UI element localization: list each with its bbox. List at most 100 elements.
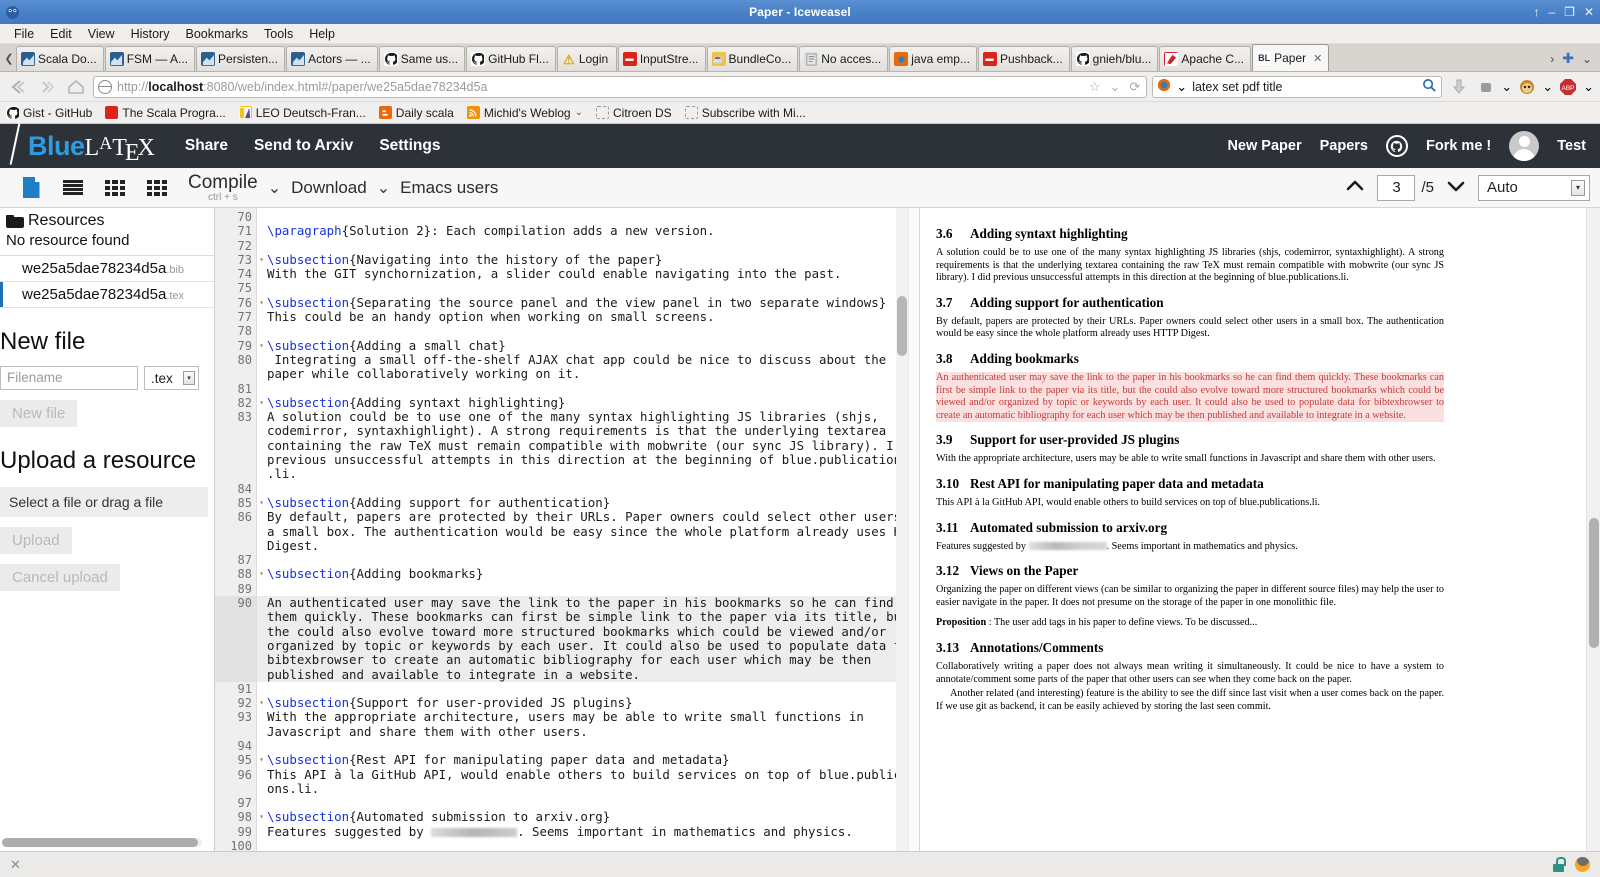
code-line[interactable] [257,382,919,396]
code-line[interactable]: Features suggested by . Seems important … [257,824,919,839]
browser-tab[interactable]: Scala Do... [16,46,104,71]
code-line[interactable] [257,582,919,596]
bookmark-chevron-down-icon[interactable]: ⌄ [575,107,583,118]
browser-tab[interactable]: Persisten... [196,46,286,71]
view-grid-large-button[interactable] [136,171,178,205]
code-line[interactable]: published and available to integrate in … [257,667,919,682]
code-line[interactable]: a small box. The authentication would be… [257,524,919,539]
bookmark-item[interactable]: Gist - GitHub [6,106,92,120]
code-line[interactable]: By default, papers are protected by thei… [257,510,919,524]
menu-edit[interactable]: Edit [42,26,80,42]
code-line[interactable]: This could be an handy option when worki… [257,309,919,324]
compile-button[interactable]: Compile ctrl + s [188,173,258,203]
latex-source-editor[interactable]: 70 71 72 73 ▾ 74 75 76 ▾ 77 78 79 ▾ 80 81 82 ▾ 83 84 85 ▾ 86 8… [215,208,920,851]
menu-view[interactable]: View [80,26,123,42]
code-line[interactable] [257,796,919,810]
search-bar[interactable]: ⌄ latex set pdf title [1152,75,1443,98]
code-line[interactable]: \subsection{Adding a small chat} [257,338,919,353]
page-number-input[interactable]: 3 [1377,174,1416,201]
window-controls[interactable]: ↑ – ❐ ✕ [1533,6,1594,18]
code-line[interactable]: containing the raw TeX must remain compa… [257,438,919,453]
bookmark-item[interactable]: LEO Deutsch-Fran... [238,106,366,120]
nav-papers[interactable]: Papers [1320,138,1368,154]
nav-share[interactable]: Share [185,137,228,155]
menu-help[interactable]: Help [301,26,343,42]
bookmark-item[interactable]: Subscribe with Mi... [684,106,806,120]
browser-tab[interactable]: Pushback... [977,46,1070,71]
code-line[interactable] [257,739,919,753]
download-chevron-down-icon[interactable]: ⌄ [377,178,390,198]
search-engine-dropdown-icon[interactable]: ⌄ [1176,79,1187,95]
menu-tools[interactable]: Tools [256,26,301,42]
window-maximize-button[interactable]: ❐ [1564,6,1575,18]
bookmark-item[interactable]: The Scala Progra... [105,106,226,120]
github-icon[interactable] [1385,135,1408,157]
tab-list-icon[interactable]: ⌄ [1582,52,1592,66]
file-list-item[interactable]: we25a5dae78234d5a.tex [0,282,214,308]
nav-new-paper[interactable]: New Paper [1227,138,1301,154]
window-minimize-button[interactable]: – [1548,6,1555,18]
code-line[interactable]: \subsection{Adding bookmarks} [257,567,919,581]
tab-scroll-left-icon[interactable]: ❮ [2,45,16,71]
compile-chevron-down-icon[interactable]: ⌄ [268,178,281,198]
bookmark-star-icon[interactable]: ☆ [1087,79,1103,95]
browser-tab[interactable]: No acces... [799,46,889,71]
view-rows-button[interactable] [52,171,94,205]
firefox-icon[interactable] [1575,857,1590,872]
code-line[interactable]: \subsection{Navigating into the history … [257,252,919,267]
view-grid-button[interactable] [94,171,136,205]
browser-tab[interactable]: FSM — A... [104,46,196,71]
puzzle-dropdown-icon[interactable]: ⌄ [1501,79,1512,95]
code-line[interactable] [257,239,919,253]
filename-input[interactable]: Filename [0,366,138,390]
code-line[interactable]: Digest. [257,538,919,553]
browser-tab[interactable]: GitHub Fl... [466,46,556,71]
code-line[interactable]: the could also evolve toward more struct… [257,624,919,639]
window-shade-button[interactable]: ↑ [1533,6,1539,18]
browser-tab[interactable]: Same us... [378,46,466,71]
editor-vertical-scrollbar[interactable] [896,208,908,851]
menu-history[interactable]: History [123,26,178,42]
forward-arrow-icon[interactable] [35,76,59,98]
file-dropzone[interactable]: Select a file or drag a file [0,487,208,517]
code-line[interactable]: paper while collaboratively working on i… [257,367,919,381]
emacs-users-button[interactable]: Emacs users [400,178,498,198]
lock-icon[interactable] [1552,857,1566,872]
browser-tab[interactable]: ⚠ Login [556,46,617,71]
code-line[interactable] [257,839,919,851]
code-line[interactable]: \subsection{Rest API for manipulating pa… [257,753,919,767]
code-line[interactable]: .li. [257,467,919,481]
adblock-icon[interactable]: ABP [1556,76,1580,98]
browser-tab[interactable]: ☕ BundleCo... [706,46,799,71]
monkey-dropdown-icon[interactable]: ⌄ [1542,79,1553,95]
code-line[interactable]: bibtexbrowser to create an automatic bib… [257,653,919,668]
zoom-select[interactable]: Auto ▾ [1478,174,1590,201]
status-close-icon[interactable]: ✕ [10,857,21,873]
code-line[interactable]: \subsection{Separating the source panel … [257,295,919,310]
browser-tab[interactable]: BL Paper ✕ [1252,44,1330,71]
view-single-document-button[interactable] [10,171,52,205]
code-line[interactable]: Integrating a small off-the-shelf AJAX c… [257,352,919,367]
editor-code-area[interactable]: \paragraph{Solution 2}: Each compilation… [257,208,919,851]
home-icon[interactable] [64,76,88,98]
bookmark-item[interactable]: Michid's Weblog ⌄ [466,106,583,120]
code-line[interactable] [257,281,919,295]
extension-dropdown-arrow-icon[interactable]: ▾ [183,371,195,385]
extension-select[interactable]: .tex ▾ [144,366,199,390]
pdf-vertical-scrollbar[interactable] [1586,208,1600,851]
cancel-upload-button[interactable]: Cancel upload [0,564,120,591]
code-line[interactable]: them quickly. These bookmarks can first … [257,610,919,625]
code-line[interactable]: With the appropriate architecture, users… [257,710,919,724]
puzzle-icon[interactable] [1474,76,1498,98]
sidebar-horizontal-scrollbar[interactable] [2,838,202,847]
code-line[interactable] [257,324,919,338]
window-close-button[interactable]: ✕ [1584,6,1594,18]
file-list-item[interactable]: we25a5dae78234d5a.bib [0,256,214,282]
back-arrow-icon[interactable] [6,76,30,98]
code-line[interactable]: ons.li. [257,781,919,796]
code-line[interactable]: \subsection{Adding support for authentic… [257,495,919,510]
tab-overflow-icon[interactable]: › [1550,52,1554,66]
url-bar[interactable]: http://localhost:8080/web/index.html#/pa… [93,75,1148,98]
code-line[interactable]: An authenticated user may save the link … [257,595,919,611]
browser-tab[interactable]: gnieh/blu... [1070,46,1159,71]
